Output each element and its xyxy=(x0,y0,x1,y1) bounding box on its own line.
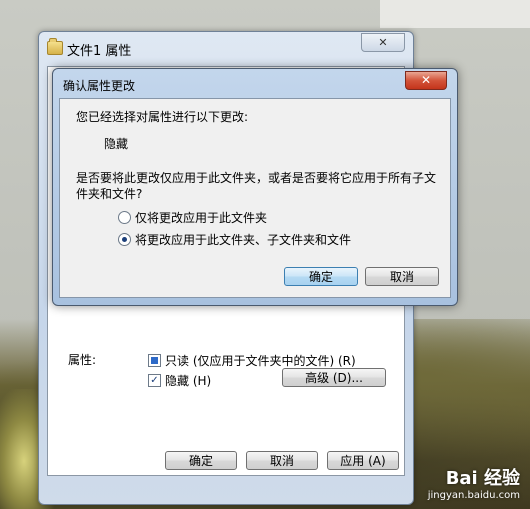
change-message: 您已经选择对属性进行以下更改: xyxy=(76,110,249,124)
radio-all[interactable] xyxy=(118,233,131,246)
readonly-checkbox[interactable] xyxy=(148,354,161,367)
radio-folder-only-label: 仅将更改应用于此文件夹 xyxy=(135,211,268,225)
radio-row-folder-only[interactable]: 仅将更改应用于此文件夹 xyxy=(118,209,267,226)
hidden-checkbox[interactable] xyxy=(148,374,161,387)
radio-row-all[interactable]: 将更改应用于此文件夹、子文件夹和文件 xyxy=(118,231,351,248)
watermark-brand: Bai 经验 xyxy=(445,468,520,489)
wall-area xyxy=(380,0,530,28)
radio-all-label: 将更改应用于此文件夹、子文件夹和文件 xyxy=(135,233,352,247)
baidu-watermark: Bai 经验 jingyan.baidu.com xyxy=(428,464,520,501)
advanced-button[interactable]: 高级 (D)... xyxy=(282,368,386,387)
properties-ok-button[interactable]: 确定 xyxy=(165,451,237,470)
confirm-cancel-button[interactable]: 取消 xyxy=(365,267,439,286)
apply-button[interactable]: 应用 (A) xyxy=(327,451,399,470)
radio-folder-only[interactable] xyxy=(118,211,131,224)
attributes-label: 属性: xyxy=(68,353,97,367)
readonly-label: 只读 (仅应用于文件夹中的文件) (R) xyxy=(165,354,356,368)
properties-cancel-button[interactable]: 取消 xyxy=(246,451,318,470)
apply-question: 是否要将此更改仅应用于此文件夹，或者是否要将它应用于所有子文件夹和文件? xyxy=(76,171,437,201)
confirm-body: 您已经选择对属性进行以下更改: 隐藏 是否要将此更改仅应用于此文件夹，或者是否要… xyxy=(59,98,451,298)
hidden-checkbox-row[interactable]: 隐藏 (H) xyxy=(148,372,211,389)
change-item: 隐藏 xyxy=(104,137,129,151)
hidden-label: 隐藏 (H) xyxy=(165,374,212,388)
confirm-dialog: 确认属性更改 ✕ 您已经选择对属性进行以下更改: 隐藏 是否要将此更改仅应用于此… xyxy=(52,68,458,306)
confirm-title: 确认属性更改 xyxy=(63,79,136,93)
properties-title: 文件1 属性 xyxy=(67,44,132,59)
readonly-checkbox-row[interactable]: 只读 (仅应用于文件夹中的文件) (R) xyxy=(148,352,356,369)
watermark-url: jingyan.baidu.com xyxy=(427,490,520,501)
folder-icon xyxy=(47,38,63,55)
confirm-close-button[interactable]: ✕ xyxy=(405,71,447,90)
properties-close-button[interactable]: ✕ xyxy=(361,33,405,52)
confirm-ok-button[interactable]: 确定 xyxy=(284,267,358,286)
